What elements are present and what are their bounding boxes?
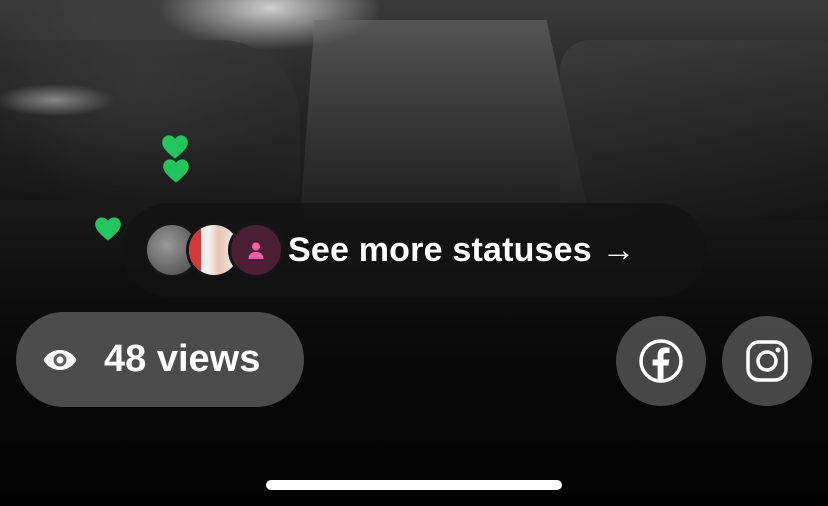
green-heart-icon xyxy=(162,158,190,184)
see-more-statuses-label: See more statuses → xyxy=(288,230,636,269)
facebook-share-button[interactable] xyxy=(616,316,706,406)
views-counter-button[interactable]: 48 views xyxy=(16,312,304,407)
person-icon xyxy=(248,242,264,259)
green-heart-icon xyxy=(161,134,189,160)
avatar-stack xyxy=(144,220,284,280)
see-more-statuses-button[interactable]: See more statuses → xyxy=(122,203,706,297)
avatar xyxy=(228,222,284,278)
eye-icon xyxy=(43,349,77,370)
instagram-share-button[interactable] xyxy=(722,316,812,406)
views-count-label: 48 views xyxy=(104,338,261,380)
home-indicator[interactable] xyxy=(266,480,562,490)
instagram-icon xyxy=(746,340,788,382)
green-heart-icon xyxy=(94,216,122,242)
facebook-icon xyxy=(639,339,683,383)
